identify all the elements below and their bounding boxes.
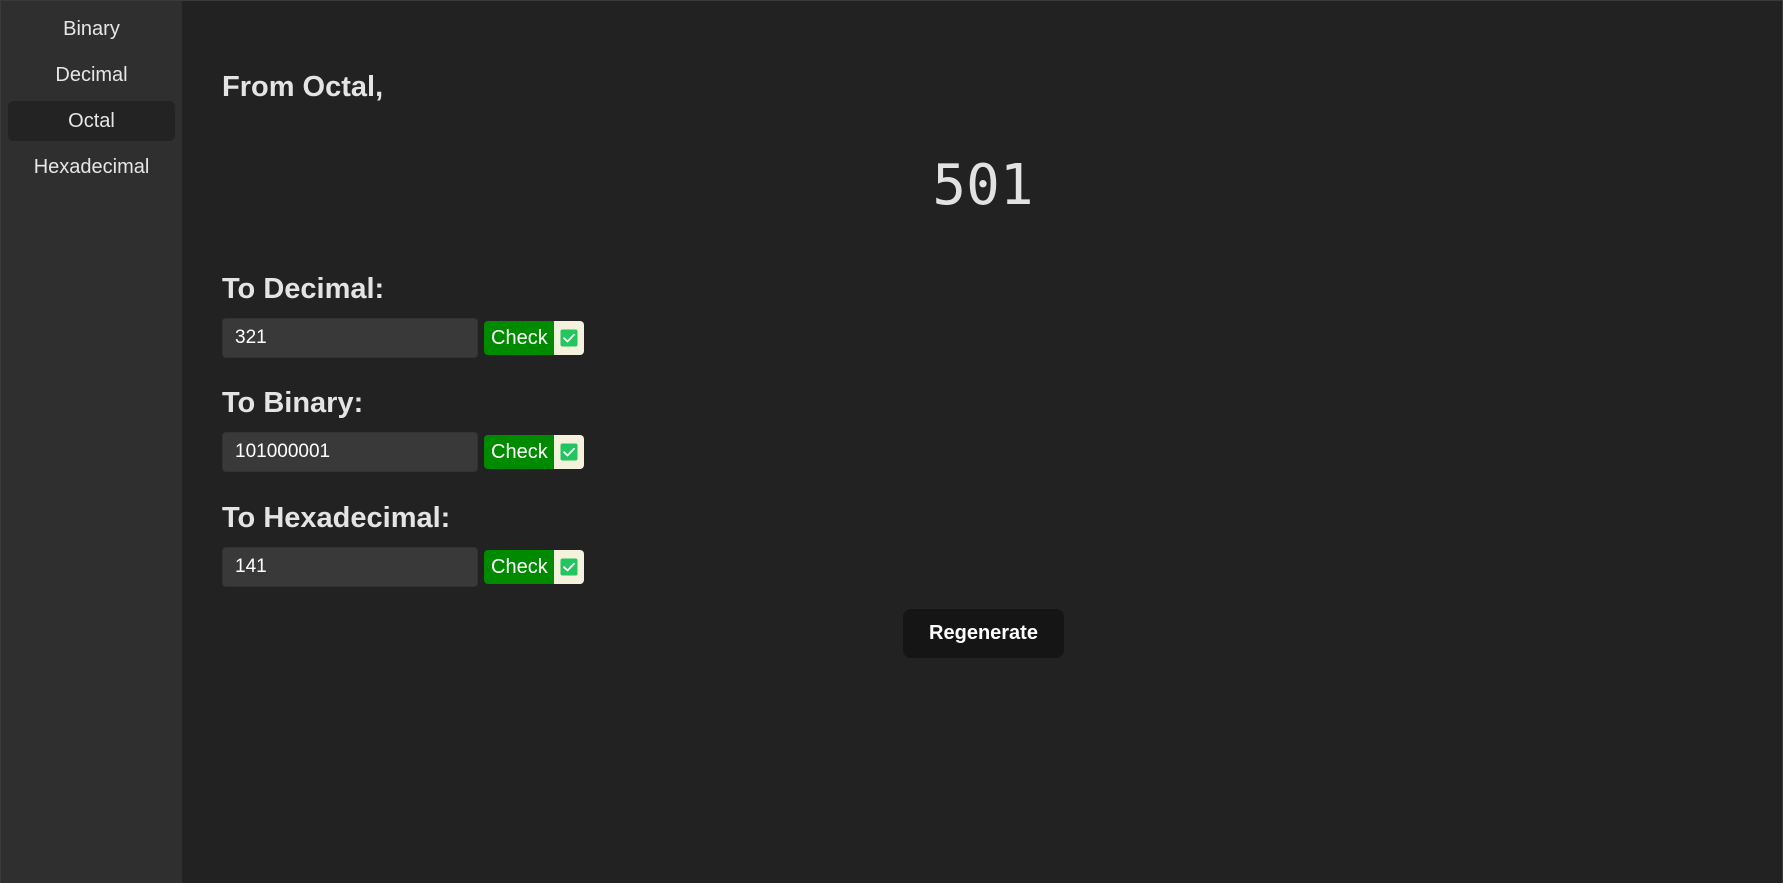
- sidebar-item-decimal[interactable]: Decimal: [8, 55, 175, 95]
- main-panel: From Octal, 501 To Decimal: Check: [182, 1, 1782, 883]
- checkbox-checked-icon[interactable]: [553, 321, 584, 355]
- check-button[interactable]: Check: [484, 435, 584, 469]
- sidebar-item-hexadecimal[interactable]: Hexadecimal: [8, 147, 175, 187]
- check-button-label: Check: [484, 550, 554, 584]
- app-window: Binary Decimal Octal Hexadecimal From Oc…: [0, 0, 1783, 883]
- check-button-label: Check: [484, 435, 554, 469]
- sidebar-item-octal[interactable]: Octal: [8, 101, 175, 141]
- hexadecimal-answer-input[interactable]: [222, 547, 478, 587]
- source-number: 501: [932, 153, 1034, 218]
- check-button-label: Check: [484, 321, 554, 355]
- binary-answer-input[interactable]: [222, 432, 478, 472]
- sidebar-item-binary[interactable]: Binary: [8, 9, 175, 49]
- section-to-decimal: To Decimal: Check: [222, 273, 584, 358]
- section-to-binary: To Binary: Check: [222, 387, 584, 472]
- check-button[interactable]: Check: [484, 550, 584, 584]
- regenerate-button[interactable]: Regenerate: [903, 609, 1064, 658]
- section-label: To Binary:: [222, 387, 364, 419]
- checkbox-checked-icon[interactable]: [553, 550, 584, 584]
- sidebar: Binary Decimal Octal Hexadecimal: [1, 1, 182, 883]
- section-label: To Hexadecimal:: [222, 502, 451, 534]
- page-title: From Octal,: [222, 71, 384, 103]
- check-button[interactable]: Check: [484, 321, 584, 355]
- section-label: To Decimal:: [222, 273, 385, 305]
- section-to-hexadecimal: To Hexadecimal: Check: [222, 502, 584, 587]
- answer-row: Check: [222, 547, 584, 587]
- decimal-answer-input[interactable]: [222, 318, 478, 358]
- checkbox-checked-icon[interactable]: [553, 435, 584, 469]
- answer-row: Check: [222, 432, 584, 472]
- answer-row: Check: [222, 318, 584, 358]
